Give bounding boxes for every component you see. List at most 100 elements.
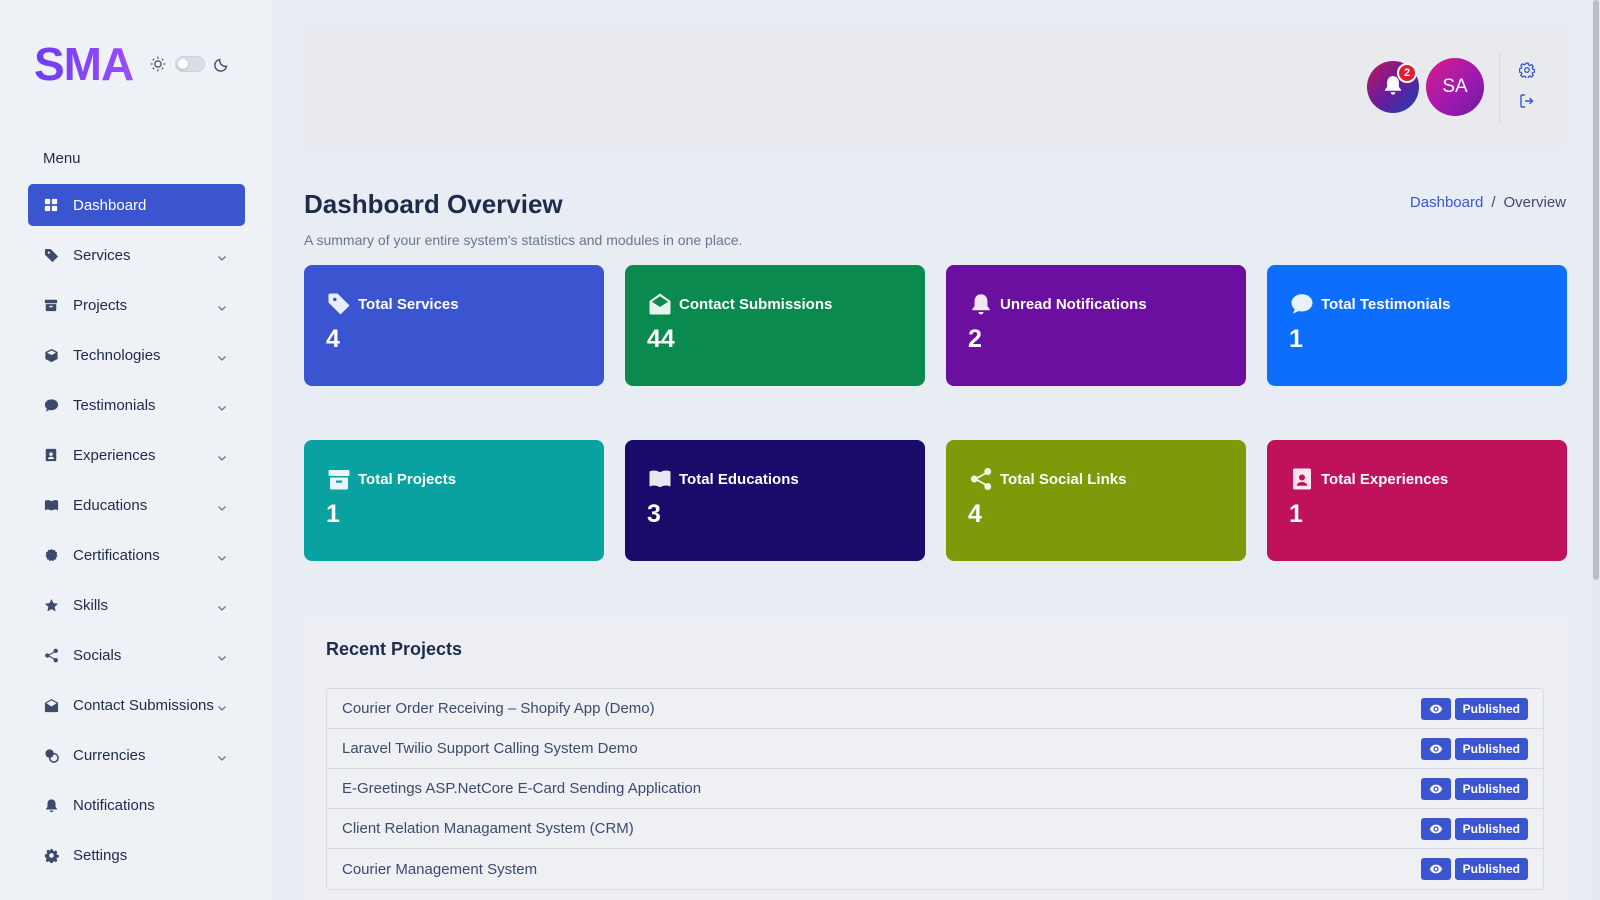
list-item[interactable]: Courier Order Receiving – Shopify App (D… bbox=[327, 689, 1543, 729]
chevron-down-icon bbox=[217, 550, 227, 561]
card-unread-notifications[interactable]: Unread Notifications 2 bbox=[946, 265, 1246, 386]
sun-icon bbox=[149, 55, 167, 73]
sidebar-item-services[interactable]: Services bbox=[28, 234, 245, 276]
topbar: 2 SA bbox=[304, 29, 1567, 146]
project-name[interactable]: E-Greetings ASP.NetCore E-Card Sending A… bbox=[342, 780, 1421, 797]
scrollbar-thumb[interactable] bbox=[1593, 0, 1599, 580]
chevron-down-icon bbox=[217, 500, 227, 511]
sidebar-item-label: Contact Submissions bbox=[73, 696, 214, 714]
sidebar-item-label: Testimonials bbox=[73, 396, 156, 414]
view-project-button[interactable] bbox=[1420, 777, 1451, 800]
card-total-experiences[interactable]: Total Experiences 1 bbox=[1267, 440, 1567, 561]
project-name[interactable]: Laravel Twilio Support Calling System De… bbox=[342, 740, 1421, 757]
card-value: 44 bbox=[647, 325, 675, 353]
sidebar-item-contact-submissions[interactable]: Contact Submissions bbox=[28, 684, 245, 726]
sidebar-item-currencies[interactable]: Currencies bbox=[28, 734, 245, 776]
breadcrumb-separator: / bbox=[1491, 194, 1496, 211]
view-project-button[interactable] bbox=[1420, 737, 1451, 760]
list-item[interactable]: Client Relation Managament System (CRM) … bbox=[327, 809, 1543, 849]
page-subtitle: A summary of your entire system's statis… bbox=[304, 232, 743, 248]
card-contact-submissions[interactable]: Contact Submissions 44 bbox=[625, 265, 925, 386]
book-icon bbox=[43, 497, 59, 513]
sidebar-item-technologies[interactable]: Technologies bbox=[28, 334, 245, 376]
sidebar-item-experiences[interactable]: Experiences bbox=[28, 434, 245, 476]
share-icon bbox=[43, 647, 59, 663]
sidebar-item-label: Technologies bbox=[73, 346, 161, 364]
project-name[interactable]: Courier Order Receiving – Shopify App (D… bbox=[342, 700, 1421, 717]
sidebar-item-socials[interactable]: Socials bbox=[28, 634, 245, 676]
star-icon bbox=[43, 597, 59, 613]
envelope-icon bbox=[43, 697, 59, 713]
sidebar-item-notifications[interactable]: Notifications bbox=[28, 784, 245, 826]
menu-title: Menu bbox=[43, 150, 81, 167]
sidebar-item-projects[interactable]: Projects bbox=[28, 284, 245, 326]
sidebar-item-label: Skills bbox=[73, 596, 109, 614]
sidebar: SMA Menu Dashboard Services Projects Tec… bbox=[0, 0, 274, 900]
view-project-button[interactable] bbox=[1420, 817, 1451, 840]
chevron-down-icon bbox=[217, 600, 227, 611]
card-label: Contact Submissions bbox=[679, 295, 833, 313]
sidebar-item-educations[interactable]: Educations bbox=[28, 484, 245, 526]
card-total-testimonials[interactable]: Total Testimonials 1 bbox=[1267, 265, 1567, 386]
card-value: 2 bbox=[968, 325, 982, 353]
card-total-educations[interactable]: Total Educations 3 bbox=[625, 440, 925, 561]
recent-projects-panel: Recent Projects Courier Order Receiving … bbox=[304, 616, 1567, 900]
chevron-down-icon bbox=[217, 750, 227, 761]
archive-icon bbox=[43, 297, 59, 313]
sidebar-item-settings[interactable]: Settings bbox=[28, 834, 245, 876]
status-badge: Published bbox=[1454, 777, 1528, 800]
view-project-button[interactable] bbox=[1420, 697, 1451, 720]
card-value: 4 bbox=[326, 325, 340, 353]
view-project-button[interactable] bbox=[1420, 858, 1451, 880]
eye-icon bbox=[1429, 744, 1442, 753]
page-title: Dashboard Overview bbox=[304, 189, 563, 219]
list-item[interactable]: E-Greetings ASP.NetCore E-Card Sending A… bbox=[327, 769, 1543, 809]
card-total-projects[interactable]: Total Projects 1 bbox=[304, 440, 604, 561]
notification-count-badge: 2 bbox=[1397, 63, 1417, 83]
notifications-button[interactable]: 2 bbox=[1367, 61, 1419, 113]
chevron-down-icon bbox=[217, 250, 227, 261]
brand-logo[interactable]: SMA bbox=[34, 40, 134, 88]
brand-row: SMA bbox=[34, 40, 231, 88]
breadcrumb: Dashboard / Overview bbox=[1410, 194, 1566, 211]
tag-icon bbox=[43, 247, 59, 263]
card-value: 1 bbox=[1289, 325, 1303, 353]
list-item[interactable]: Laravel Twilio Support Calling System De… bbox=[327, 729, 1543, 769]
sidebar-item-label: Settings bbox=[73, 846, 128, 864]
card-label: Total Testimonials bbox=[1321, 295, 1451, 313]
card-label: Total Educations bbox=[679, 470, 799, 488]
list-item[interactable]: Courier Management System Published bbox=[327, 849, 1543, 889]
sidebar-item-skills[interactable]: Skills bbox=[28, 584, 245, 626]
recent-projects-title: Recent Projects bbox=[326, 639, 463, 659]
tag-icon bbox=[326, 291, 352, 317]
sidebar-item-dashboard[interactable]: Dashboard bbox=[28, 184, 245, 226]
sidebar-item-label: Projects bbox=[73, 296, 128, 314]
status-badge: Published bbox=[1454, 737, 1528, 760]
card-value: 4 bbox=[968, 500, 982, 528]
sidebar-item-testimonials[interactable]: Testimonials bbox=[28, 384, 245, 426]
archive-icon bbox=[326, 466, 352, 492]
chevron-down-icon bbox=[217, 450, 227, 461]
chevron-down-icon bbox=[217, 350, 227, 361]
chat-icon bbox=[43, 397, 59, 413]
card-total-social-links[interactable]: Total Social Links 4 bbox=[946, 440, 1246, 561]
logout-icon[interactable] bbox=[1519, 93, 1535, 109]
theme-switch[interactable] bbox=[175, 56, 206, 72]
project-name[interactable]: Courier Management System bbox=[342, 861, 1421, 878]
sidebar-item-label: Experiences bbox=[73, 446, 156, 464]
sidebar-item-certifications[interactable]: Certifications bbox=[28, 534, 245, 576]
moon-icon bbox=[213, 55, 231, 73]
chat-icon bbox=[1289, 291, 1315, 317]
avatar[interactable]: SA bbox=[1426, 58, 1484, 116]
certificate-icon bbox=[43, 547, 59, 563]
theme-toggle[interactable] bbox=[149, 55, 231, 73]
card-total-services[interactable]: Total Services 4 bbox=[304, 265, 604, 386]
gear-icon[interactable] bbox=[1518, 62, 1536, 80]
card-label: Total Experiences bbox=[1321, 470, 1449, 488]
gear-icon bbox=[43, 847, 59, 863]
breadcrumb-link-dashboard[interactable]: Dashboard bbox=[1410, 194, 1483, 211]
sidebar-item-label: Services bbox=[73, 246, 131, 264]
scrollbar[interactable] bbox=[1592, 0, 1600, 900]
project-name[interactable]: Client Relation Managament System (CRM) bbox=[342, 820, 1421, 837]
status-badge: Published bbox=[1454, 817, 1528, 840]
